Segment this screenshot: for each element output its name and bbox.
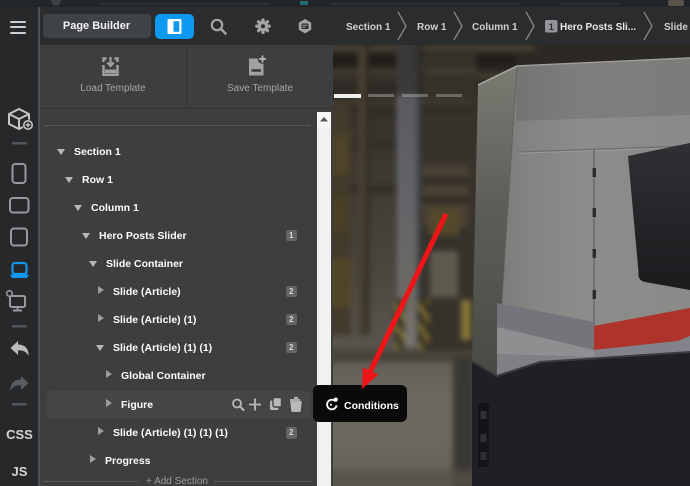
- svg-text:Slide: Slide: [664, 22, 688, 33]
- svg-text:Conditions: Conditions: [344, 400, 399, 412]
- svg-text:JS: JS: [12, 464, 28, 479]
- svg-text:Column 1: Column 1: [472, 22, 518, 33]
- svg-text:CSS: CSS: [6, 427, 33, 442]
- svg-text:Hero Posts Sli...: Hero Posts Sli...: [560, 22, 636, 33]
- svg-text:Row 1: Row 1: [417, 22, 447, 33]
- svg-text:Section 1: Section 1: [346, 22, 391, 33]
- svg-text:1: 1: [549, 22, 554, 32]
